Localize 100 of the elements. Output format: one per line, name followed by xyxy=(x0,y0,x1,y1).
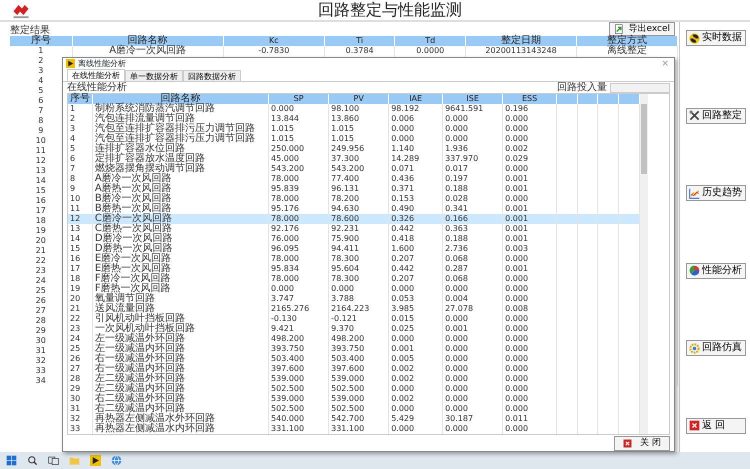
table-cell: 94.411 xyxy=(329,244,390,254)
column-header: IAE xyxy=(389,94,444,104)
table-cell: 6 xyxy=(68,154,93,164)
table-cell: -0.130 xyxy=(269,314,330,324)
table-row[interactable]: 8 A磨冷一次风回路 78.000 77.400 0.436 0.197 0.001 xyxy=(68,174,640,184)
table-cell: A磨热一次风回路 xyxy=(92,184,270,194)
table-row[interactable]: 12 C磨冷一次风回路 78.000 78.600 0.326 0.166 0.001 xyxy=(68,214,640,224)
table-cell: 498.200 xyxy=(329,334,390,344)
table-row[interactable]: 21 送风流量回路 2165.276 2164.223 3.985 27.078 0.008 xyxy=(68,304,640,314)
table-row[interactable]: 13 C磨热一次风回路 92.176 92.231 0.442 0.363 0.001 xyxy=(68,224,640,234)
table-row[interactable]: 9 A磨热一次风回路 95.839 96.131 0.371 0.188 0.001 xyxy=(68,184,640,194)
table-cell: 16 xyxy=(68,254,93,264)
table-cell: 498.200 xyxy=(269,334,330,344)
table-row[interactable]: 1 制粉系统消防蒸汽调节回路 0.000 98.100 98.192 9641.591 0.196 xyxy=(68,104,640,114)
sidebar-button[interactable]: 回路整定 xyxy=(686,108,746,124)
table-cell: 汽包至连排扩容器排污压力调节回路 xyxy=(92,124,270,134)
table-cell: 0.000 xyxy=(503,364,558,374)
table-row[interactable]: 2 汽包连排流量调节回路 13.844 13.860 0.006 0.000 0.000 xyxy=(68,114,640,124)
table-cell: 左一级减温外环回路 xyxy=(92,334,270,344)
table-row[interactable]: 17 E磨热一次风回路 95.834 95.604 0.442 0.287 0.001 xyxy=(68,264,640,274)
table-cell: 1.015 xyxy=(329,134,390,144)
table-cell: 0.000 xyxy=(503,274,558,284)
table-cell: 0.000 xyxy=(503,394,558,404)
table-cell: 0.436 xyxy=(389,174,444,184)
table-cell: 0.001 xyxy=(389,344,444,354)
table-cell: 0.153 xyxy=(389,194,444,204)
column-header: 整定方式 xyxy=(577,36,678,46)
table-row[interactable]: 3 汽包至连排扩容器排污压力调节回路 1.015 1.015 0.000 0.000 0.000 xyxy=(68,124,640,134)
table-cell: 78.300 xyxy=(329,274,390,284)
table-row[interactable]: 16 E磨冷一次风回路 78.000 78.300 0.207 0.068 0.000 xyxy=(68,254,640,264)
sidebar-button[interactable]: 返 回 xyxy=(686,418,746,434)
table-row[interactable]: 5 连排扩容器水位回路 250.000 249.956 1.140 1.936 0.002 xyxy=(68,144,640,154)
table-row[interactable]: 7 燃烧器摆角摆动调节回路 543.200 543.200 0.071 0.017 0.000 xyxy=(68,164,640,174)
table-cell: 0.005 xyxy=(389,354,444,364)
table-row[interactable]: 15 D磨热一次风回路 96.095 94.411 1.600 2.736 0.003 xyxy=(68,244,640,254)
table-row[interactable]: 4 汽包至连排扩容器排污压力调节回路 1.015 1.015 0.000 0.000 0.000 xyxy=(68,134,640,144)
table-cell: 0.3784 xyxy=(324,46,396,56)
close-icon xyxy=(689,420,700,432)
table-row[interactable]: 25 左一级减温内环回路 393.750 393.750 0.001 0.000 0.000 xyxy=(68,344,640,354)
table-cell: 7 xyxy=(68,164,93,174)
table-row[interactable]: 6 定排扩容器放水温度回路 45.000 37.300 14.289 337.970 0.029 xyxy=(68,154,640,164)
table-row[interactable]: 22 引风机动叶挡板回路 -0.130 -0.121 0.015 0.000 0.000 xyxy=(68,314,640,324)
table-cell: 0.001 xyxy=(503,184,558,194)
table-cell: 0.000 xyxy=(503,164,558,174)
table-cell: 0.287 xyxy=(443,264,504,274)
table-row[interactable]: 33 再热器左侧减温水内环回路 331.100 331.100 0.000 0.000 0.000 xyxy=(68,424,640,434)
table-row[interactable]: 30 右二级减温外环回路 539.000 539.000 0.002 0.000 0.000 xyxy=(68,394,640,404)
table-cell: 0.000 xyxy=(389,384,444,394)
table-cell: 0.000 xyxy=(503,294,558,304)
sidebar-button[interactable]: 性能分析 xyxy=(686,262,746,279)
export-button[interactable]: 导出excel xyxy=(609,22,675,36)
tab[interactable]: 回路数据分析 xyxy=(183,70,241,81)
table-cell: 0.000 xyxy=(503,194,558,204)
table-cell: 31 xyxy=(68,404,93,414)
table-row[interactable]: 18 F磨冷一次风回路 78.000 78.300 0.207 0.068 0.000 xyxy=(68,274,640,284)
table-cell: 0.002 xyxy=(389,394,444,404)
table-cell: 539.000 xyxy=(329,374,390,384)
table-row[interactable]: 28 左二级减温外环回路 539.000 539.000 0.002 0.000 0.000 xyxy=(68,374,640,384)
table-cell: 0.197 xyxy=(443,174,504,184)
scrollbar-thumb[interactable] xyxy=(641,104,647,174)
table-cell: 20 xyxy=(68,294,93,304)
close-icon xyxy=(623,438,632,448)
table-cell: 27.078 xyxy=(443,304,504,314)
table-cell: 0.000 xyxy=(443,394,504,404)
tab[interactable]: 单一数据分析 xyxy=(125,70,183,81)
sidebar-button[interactable]: 实时数据 xyxy=(686,30,746,46)
tab[interactable]: 在线性能分析 xyxy=(67,69,125,81)
table-cell: 0.000 xyxy=(443,284,504,294)
radiation-icon xyxy=(689,32,700,44)
table-cell: 一次风机动叶挡板回路 xyxy=(92,324,270,334)
table-cell: 13.860 xyxy=(329,114,390,124)
table-cell: 28 xyxy=(68,374,93,384)
table-row[interactable]: 10 B磨冷一次风回路 78.000 78.200 0.153 0.028 0.000 xyxy=(68,194,640,204)
table-row[interactable]: 29 左二级减温内环回路 502.500 502.500 0.000 0.000 0.000 xyxy=(68,384,640,394)
table-cell: 19 xyxy=(68,284,93,294)
sidebar-button[interactable]: 历史趋势 xyxy=(686,185,746,202)
table-row[interactable]: 31 右二级减温内环回路 502.500 502.500 0.000 0.000 0.000 xyxy=(68,404,640,414)
input-field[interactable] xyxy=(610,82,670,92)
table-cell: 0.000 xyxy=(503,114,558,124)
table-row[interactable]: 19 F磨热一次风回路 0.000 0.000 0.000 0.000 0.000 xyxy=(68,284,640,294)
table-row[interactable]: 23 一次风机动叶挡板回路 9.421 9.370 0.025 0.001 0.000 xyxy=(68,324,640,334)
table-cell: 0.000 xyxy=(503,254,558,264)
table-cell: 0.442 xyxy=(389,224,444,234)
table-cell: D磨热一次风回路 xyxy=(92,244,270,254)
table-row[interactable]: 24 左一级减温外环回路 498.200 498.200 0.000 0.000 0.000 xyxy=(68,334,640,344)
close-button[interactable]: 关 闭 xyxy=(614,436,670,450)
table-cell: 18 xyxy=(68,274,93,284)
scrollbar[interactable] xyxy=(640,94,648,434)
table-row[interactable]: 20 氧量调节回路 3.747 3.788 0.053 0.004 0.000 xyxy=(68,294,640,304)
table-cell: 502.500 xyxy=(269,404,330,414)
sidebar-button[interactable]: 回路仿真 xyxy=(686,340,746,356)
table-cell: 0.003 xyxy=(503,244,558,254)
table-row[interactable]: 14 D磨冷一次风回路 76.000 75.900 0.418 0.188 0.001 xyxy=(68,234,640,244)
table-cell: 0.000 xyxy=(329,284,390,294)
table-cell: -0.121 xyxy=(329,314,390,324)
table-cell: 0.166 xyxy=(443,214,504,224)
table-row[interactable]: 27 右一级减温内环回路 397.600 397.600 0.002 0.000 0.000 xyxy=(68,364,640,374)
table-row[interactable]: 32 再热器左侧减温水外环回路 540.000 542.700 5.429 30.187 0.011 xyxy=(68,414,640,424)
table-row[interactable]: 26 右一级减温外环回路 503.400 503.400 0.005 0.000 0.000 xyxy=(68,354,640,364)
table-cell: 汽包至连排扩容器排污压力调节回路 xyxy=(92,134,270,144)
